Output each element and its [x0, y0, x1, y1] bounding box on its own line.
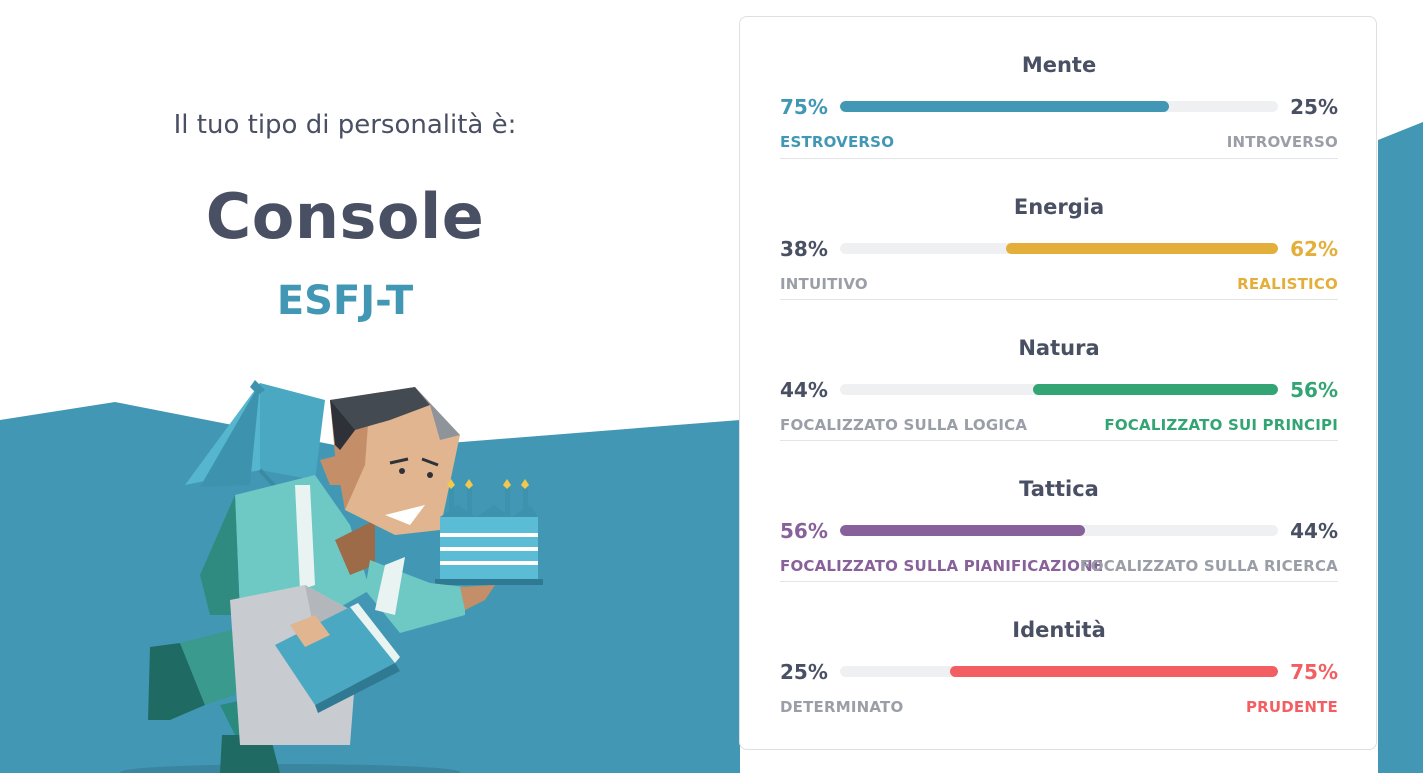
trait-progress-bar [840, 101, 1278, 112]
traits-card: Mente 75% 25% ESTROVERSO INTROVERSO Energia 38… [739, 16, 1377, 750]
trait-row-mente: Mente 75% 25% ESTROVERSO INTROVERSO [780, 17, 1338, 158]
trait-right-percent: 44% [1290, 519, 1338, 543]
trait-title: Mente [1021, 53, 1097, 77]
personality-type-code: ESFJ-T [276, 278, 414, 324]
trait-progress-fill [1032, 384, 1278, 395]
trait-progress-bar [840, 384, 1278, 395]
trait-right-label: FOCALIZZATO SUI PRINCIPI [1104, 416, 1338, 434]
trait-left-label: FOCALIZZATO SULLA PIANIFICAZIONE [780, 557, 1104, 575]
trait-progress-fill [1006, 243, 1278, 254]
trait-left-percent: 38% [780, 237, 828, 261]
trait-right-label: FOCALIZZATO SULLA RICERCA [1080, 557, 1338, 575]
trait-progress-fill [840, 101, 1169, 112]
personality-intro-text: Il tuo tipo di personalità è: [173, 110, 517, 140]
trait-left-label: FOCALIZZATO SULLA LOGICA [780, 416, 1028, 434]
trait-row-natura: Natura 44% 56% FOCALIZZATO SULLA LOGICA FOCA… [780, 299, 1338, 441]
trait-row-identit: Identità 25% 75% DETERMINATO PRUDENTE [780, 581, 1338, 723]
trait-left-percent: 25% [780, 660, 828, 684]
trait-progress-bar [840, 666, 1278, 677]
trait-left-percent: 75% [780, 95, 828, 119]
trait-right-percent: 25% [1290, 95, 1338, 119]
trait-progress-bar [840, 243, 1278, 254]
trait-left-label: INTUITIVO [780, 275, 868, 293]
trait-left-label: DETERMINATO [780, 698, 904, 716]
trait-progress-fill [840, 525, 1086, 536]
trait-right-label: REALISTICO [1237, 275, 1338, 293]
trait-left-percent: 56% [780, 519, 828, 543]
trait-row-energia: Energia 38% 62% INTUITIVO REALISTICO [780, 158, 1338, 300]
trait-progress-bar [840, 525, 1278, 536]
trait-right-percent: 56% [1290, 378, 1338, 402]
trait-right-label: INTROVERSO [1226, 133, 1338, 151]
trait-title: Energia [1013, 195, 1105, 219]
trait-row-tattica: Tattica 56% 44% FOCALIZZATO SULLA PIANIFICA… [780, 440, 1338, 582]
trait-left-percent: 44% [780, 378, 828, 402]
trait-left-label: ESTROVERSO [780, 133, 895, 151]
trait-right-percent: 62% [1290, 237, 1338, 261]
trait-right-label: PRUDENTE [1245, 698, 1338, 716]
trait-title: Natura [1018, 336, 1100, 360]
trait-title: Tattica [1019, 477, 1099, 501]
consul-character-illustration [148, 380, 543, 773]
trait-right-percent: 75% [1290, 660, 1338, 684]
trait-title: Identità [1012, 618, 1106, 642]
trait-progress-fill [949, 666, 1278, 677]
personality-type-name: Console [205, 180, 485, 253]
